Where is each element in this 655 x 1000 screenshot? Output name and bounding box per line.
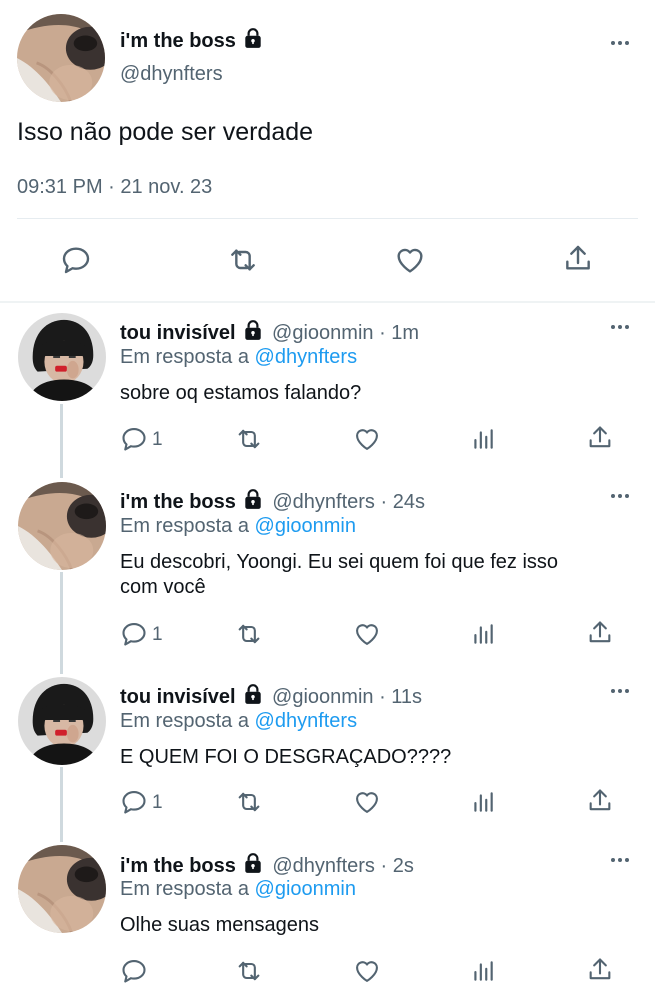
reply-to-link[interactable]: @dhynfters: [255, 346, 358, 368]
tweet-timestamp[interactable]: 09:31 PM · 21 nov. 23: [17, 176, 212, 199]
tweet-time[interactable]: 24s: [393, 491, 425, 513]
lock-icon: [242, 852, 264, 874]
lock-icon: [242, 683, 264, 705]
retweet-icon[interactable]: [227, 244, 259, 276]
reply-count: 1: [152, 429, 163, 450]
lock-icon: [242, 27, 264, 49]
author-handle[interactable]: @gioonmin: [272, 322, 373, 344]
tweet-time[interactable]: 1m: [391, 322, 419, 344]
reply-prefix: Em resposta a: [120, 346, 249, 368]
more-options-icon[interactable]: [611, 41, 629, 45]
author-handle[interactable]: @dhynfters: [272, 855, 375, 877]
lock-icon: [242, 488, 264, 510]
share-icon[interactable]: [586, 424, 614, 452]
divider: [0, 301, 655, 303]
tweet-text: E QUEM FOI O DESGRAÇADO????: [120, 746, 452, 768]
reply-prefix: Em resposta a: [120, 878, 249, 900]
reply-icon[interactable]: [120, 620, 148, 648]
author-name[interactable]: tou invisível: [120, 686, 236, 708]
tweet-time[interactable]: 11s: [391, 686, 422, 708]
more-options-icon[interactable]: [611, 494, 629, 498]
more-options-icon[interactable]: [611, 689, 629, 693]
analytics-icon[interactable]: [470, 425, 496, 453]
share-icon[interactable]: [562, 243, 594, 275]
tweet-text: Olhe suas mensagens: [120, 914, 320, 936]
analytics-icon[interactable]: [470, 788, 496, 816]
tweet-text: sobre oq estamos falando?: [120, 382, 362, 404]
reply-prefix: Em resposta a: [120, 710, 249, 732]
reply-icon[interactable]: [120, 425, 148, 453]
analytics-icon[interactable]: [470, 620, 496, 648]
divider: [17, 218, 638, 219]
share-icon[interactable]: [586, 619, 614, 647]
reply-to-link[interactable]: @gioonmin: [255, 878, 356, 900]
author-name[interactable]: i'm the boss: [120, 491, 236, 513]
more-options-icon[interactable]: [611, 858, 629, 862]
author-name[interactable]: i'm the boss: [120, 855, 236, 877]
author-name[interactable]: i'm the boss: [120, 30, 236, 52]
tweet-text: Isso não pode ser verdade: [17, 118, 314, 146]
reply-to-link[interactable]: @dhynfters: [255, 710, 358, 732]
retweet-icon[interactable]: [235, 957, 263, 985]
thread-line: [60, 572, 63, 674]
thread-line: [60, 767, 63, 842]
like-icon[interactable]: [353, 957, 381, 985]
like-icon[interactable]: [353, 788, 381, 816]
avatar[interactable]: [18, 482, 106, 570]
lock-icon: [242, 319, 264, 341]
share-icon[interactable]: [586, 787, 614, 815]
reply-icon[interactable]: [120, 957, 148, 985]
more-options-icon[interactable]: [611, 325, 629, 329]
author-handle[interactable]: @dhynfters: [120, 63, 223, 86]
author-handle[interactable]: @dhynfters: [272, 491, 375, 513]
tweet-time[interactable]: 2s: [393, 855, 414, 877]
reply-to-link[interactable]: @gioonmin: [255, 515, 356, 537]
like-icon[interactable]: [353, 425, 381, 453]
like-icon[interactable]: [353, 620, 381, 648]
avatar[interactable]: [17, 14, 105, 102]
avatar[interactable]: [18, 677, 106, 765]
reply-icon[interactable]: [120, 788, 148, 816]
author-name[interactable]: tou invisível: [120, 322, 236, 344]
author-handle[interactable]: @gioonmin: [272, 686, 373, 708]
reply-prefix: Em resposta a: [120, 515, 249, 537]
tweet-text: Eu descobri, Yoongi. Eu sei quem foi que…: [120, 550, 558, 600]
tweet-text-line: Eu descobri, Yoongi. Eu sei quem foi que…: [120, 551, 559, 573]
retweet-icon[interactable]: [235, 788, 263, 816]
reply-count: 1: [152, 624, 163, 645]
avatar[interactable]: [18, 313, 106, 401]
reply-icon[interactable]: [60, 244, 92, 276]
analytics-icon[interactable]: [470, 957, 496, 985]
thread-line: [60, 404, 63, 478]
avatar[interactable]: [18, 845, 106, 933]
retweet-icon[interactable]: [235, 425, 263, 453]
like-icon[interactable]: [394, 244, 426, 276]
share-icon[interactable]: [586, 956, 614, 984]
reply-count: 1: [152, 792, 163, 813]
retweet-icon[interactable]: [235, 620, 263, 648]
tweet-text-line: com você: [120, 576, 206, 598]
